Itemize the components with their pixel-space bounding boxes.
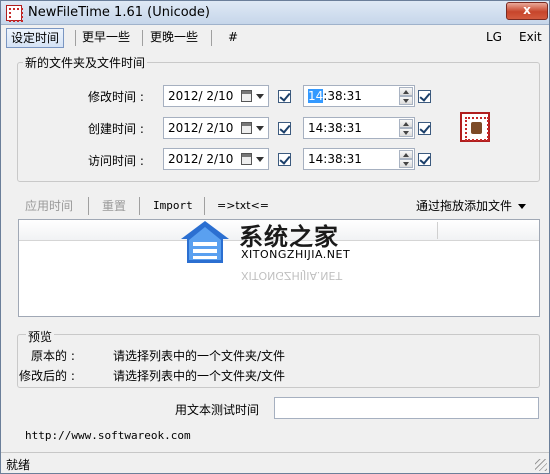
- spin-down-icon[interactable]: [399, 128, 413, 137]
- watermark-reflection-text: XITONGZHIJIA.NET: [241, 269, 343, 282]
- created-time-checkbox[interactable]: [418, 122, 431, 135]
- menu-separator: [75, 30, 76, 46]
- newfiletime-tool-icon[interactable]: [460, 112, 490, 142]
- created-date-checkbox[interactable]: [278, 122, 291, 135]
- resize-grip[interactable]: [535, 459, 547, 471]
- menu-exit[interactable]: Exit: [515, 28, 546, 48]
- toolbar-separator: [139, 197, 140, 215]
- modified-time-checkbox[interactable]: [418, 90, 431, 103]
- accessed-time-checkbox[interactable]: [418, 153, 431, 166]
- created-date-value: 2012/ 2/10: [168, 121, 234, 135]
- watermark-reflection: XITONGZHIJIA.NET: [179, 269, 389, 293]
- title-bar: NewFileTime 1.61 (Unicode) x: [1, 1, 549, 25]
- chevron-down-icon[interactable]: [256, 126, 264, 131]
- window-title: NewFileTime 1.61 (Unicode): [28, 5, 210, 20]
- spin-up-icon[interactable]: [399, 87, 413, 96]
- modified-time-value: :38:31: [323, 89, 362, 103]
- accessed-time-input[interactable]: 14:38:31: [303, 148, 415, 170]
- modified-time-selected-part: 14: [308, 89, 324, 103]
- preview-legend: 预览: [26, 328, 55, 345]
- import-button[interactable]: Import: [153, 197, 193, 215]
- calendar-icon[interactable]: [241, 90, 252, 102]
- toolbar-separator: [88, 197, 89, 215]
- spin-up-icon[interactable]: [399, 119, 413, 128]
- modified-time-label: 修改时间 :: [88, 90, 144, 104]
- created-time-value: 14:38:31: [308, 121, 362, 135]
- watermark-title: 系统之家: [239, 223, 339, 251]
- apply-time-button[interactable]: 应用时间: [25, 197, 73, 215]
- column-separator[interactable]: [437, 222, 438, 239]
- created-time-input[interactable]: 14:38:31: [303, 117, 415, 139]
- test-time-input[interactable]: [274, 397, 539, 419]
- watermark-subtitle: XITONGZHIJIA.NET: [241, 248, 351, 261]
- calendar-icon[interactable]: [241, 153, 252, 165]
- menu-set-time[interactable]: 设定时间: [6, 28, 65, 48]
- modified-date-checkbox[interactable]: [278, 90, 291, 103]
- modified-label: 修改后的 :: [19, 369, 75, 383]
- original-label: 原本的 :: [31, 349, 75, 363]
- times-group-legend: 新的文件夹及文件时间: [23, 54, 148, 71]
- created-time-spinner[interactable]: [399, 119, 413, 137]
- calendar-icon[interactable]: [241, 122, 252, 134]
- spin-down-icon[interactable]: [399, 159, 413, 168]
- close-button[interactable]: x: [506, 2, 548, 20]
- txt-export-button[interactable]: =>txt<=: [217, 197, 269, 215]
- chevron-down-icon: [518, 204, 527, 209]
- accessed-date-picker[interactable]: 2012/ 2/10: [163, 148, 269, 170]
- accessed-time-spinner[interactable]: [399, 150, 413, 168]
- modified-date-value: 2012/ 2/10: [168, 89, 234, 103]
- menu-bar: 设定时间 更早一些 更晚一些 # LG Exit: [1, 25, 549, 51]
- created-time-label: 创建时间 :: [88, 122, 144, 136]
- menu-earlier[interactable]: 更早一些: [78, 28, 134, 48]
- modified-value: 请选择列表中的一个文件夹/文件: [113, 369, 286, 383]
- menu-separator: [142, 30, 143, 46]
- menu-separator: [211, 30, 212, 46]
- app-window: NewFileTime 1.61 (Unicode) x 设定时间 更早一些 更…: [0, 0, 550, 474]
- chevron-down-icon[interactable]: [256, 94, 264, 99]
- menu-later[interactable]: 更晚一些: [146, 28, 202, 48]
- app-icon: [6, 5, 23, 22]
- menu-language[interactable]: LG: [482, 28, 506, 48]
- toolbar-separator: [204, 197, 205, 215]
- created-date-picker[interactable]: 2012/ 2/10: [163, 117, 269, 139]
- accessed-time-value: 14:38:31: [308, 152, 362, 166]
- spin-down-icon[interactable]: [399, 96, 413, 105]
- accessed-time-label: 访问时间 :: [88, 154, 144, 168]
- spin-up-icon[interactable]: [399, 150, 413, 159]
- chevron-down-icon[interactable]: [256, 157, 264, 162]
- original-value: 请选择列表中的一个文件夹/文件: [113, 349, 286, 363]
- status-text: 就绪: [6, 458, 31, 472]
- drag-drop-label: 通过拖放添加文件: [416, 199, 513, 213]
- menu-hash[interactable]: #: [224, 28, 242, 48]
- accessed-date-value: 2012/ 2/10: [168, 152, 234, 166]
- drag-drop-add-files-button[interactable]: 通过拖放添加文件: [416, 197, 527, 215]
- test-time-label: 用文本测试时间: [175, 403, 260, 417]
- house-logo-icon: [181, 221, 229, 263]
- modified-date-picker[interactable]: 2012/ 2/10: [163, 85, 269, 107]
- modified-time-spinner[interactable]: [399, 87, 413, 105]
- website-link[interactable]: http://www.softwareok.com: [25, 429, 191, 442]
- accessed-date-checkbox[interactable]: [278, 153, 291, 166]
- reset-button[interactable]: 重置: [102, 197, 126, 215]
- status-bar: 就绪: [1, 452, 549, 473]
- modified-time-input[interactable]: 14:38:31: [303, 85, 415, 107]
